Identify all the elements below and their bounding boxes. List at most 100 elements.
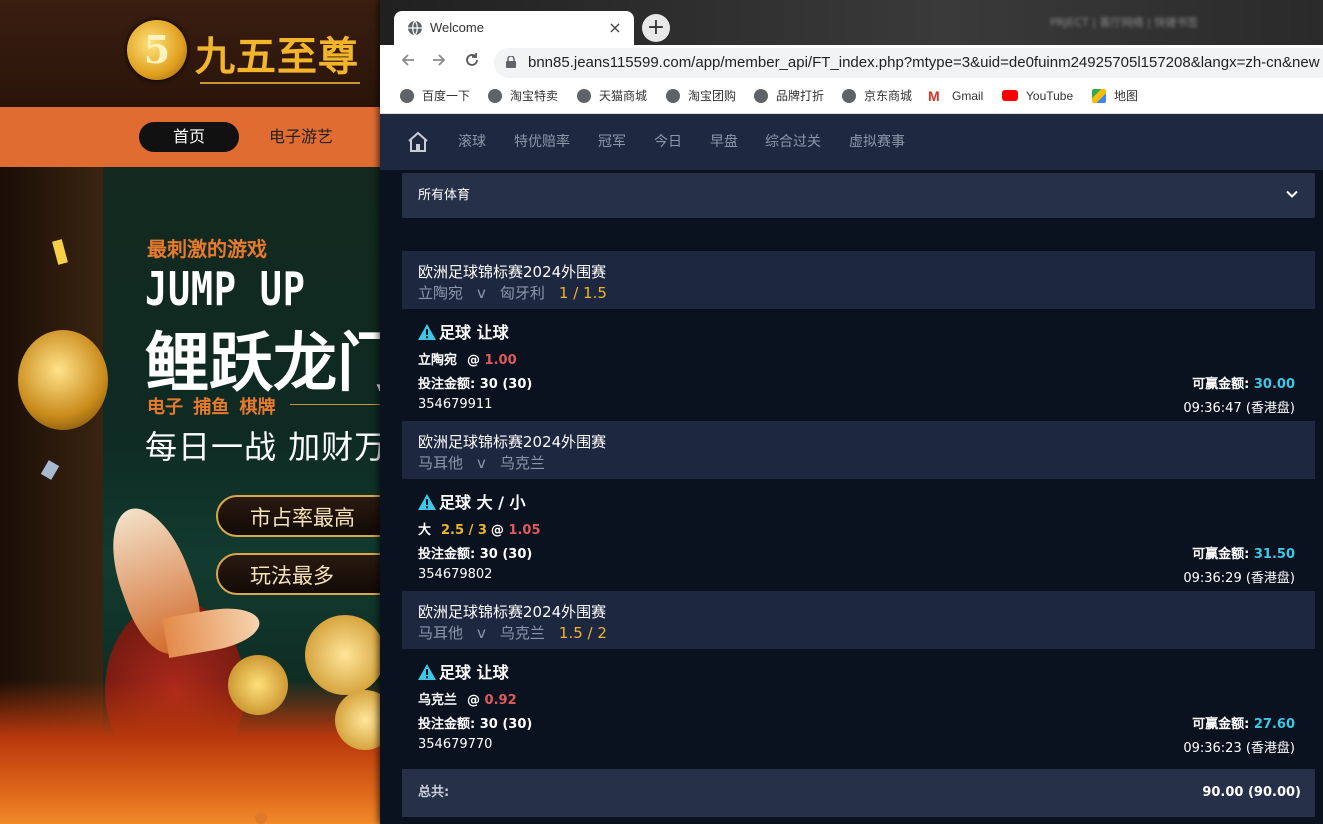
match-header: 欧洲足球锦标赛2024外围赛 立陶宛 v 匈牙利 1 / 1.5 — [402, 251, 1315, 309]
nav-tab-virtual[interactable]: 虚拟赛事 — [849, 114, 905, 170]
sport-filter-value: 所有体育 — [418, 188, 471, 203]
bookmark-item[interactable]: M Gmail — [928, 81, 983, 111]
nav-tab-today[interactable]: 今日 — [654, 114, 682, 170]
at-symbol: @ — [490, 523, 504, 538]
bet-time: 09:36:47 (香港盘) — [1183, 401, 1295, 416]
globe-icon — [842, 88, 856, 103]
background-website: 5 九五至尊 首页 电子游艺 最刺激的游戏 JUMP UP 鲤跃龙门 电子 捕鱼… — [0, 0, 380, 824]
bookmark-item[interactable]: 京东商城 — [842, 81, 912, 111]
at-symbol: @ — [467, 693, 481, 708]
bg-pill-button[interactable]: 玩法最多 — [216, 553, 380, 595]
potential-win: 可赢金额: 31.50 — [1192, 547, 1295, 562]
bookmark-label: 品牌打折 — [776, 89, 825, 103]
bookmark-item[interactable]: 百度一下 — [400, 81, 470, 111]
odds-value: 1.00 — [484, 353, 517, 368]
bet-history-page: 滚球 特优赔率 冠军 今日 早盘 综合过关 虚拟赛事 所有体育 欧洲足球锦标赛2… — [380, 114, 1323, 824]
win-label: 可赢金额 — [1192, 717, 1245, 732]
bet-selection: 大 2.5 / 3 @ 1.05 — [418, 519, 541, 538]
new-tab-button[interactable]: + — [642, 14, 670, 42]
bg-pill-button[interactable]: 市占率最高 — [216, 495, 380, 537]
nav-tab-outright[interactable]: 冠军 — [598, 114, 626, 170]
back-arrow-icon[interactable] — [396, 51, 420, 75]
bet-time: 09:36:23 (香港盘) — [1183, 741, 1295, 756]
globe-icon — [754, 88, 768, 103]
odds-value: 1.05 — [508, 523, 541, 538]
bookmark-item[interactable]: 淘宝特卖 — [488, 81, 558, 111]
nav-tab-live[interactable]: 滚球 — [458, 114, 486, 170]
bet-type: 足球 让球 — [418, 659, 509, 683]
ticket-id: 354679802 — [418, 567, 493, 582]
bookmark-item[interactable]: 天猫商城 — [577, 81, 647, 111]
bookmark-label: 淘宝团购 — [688, 89, 737, 103]
gmail-icon: M — [928, 87, 940, 104]
match-header: 欧洲足球锦标赛2024外围赛 马耳他 v 乌克兰 — [402, 421, 1315, 479]
handicap-line: 1 / 1.5 — [558, 284, 607, 302]
youtube-icon — [1002, 90, 1018, 102]
bg-divider — [290, 404, 380, 405]
bookmark-item[interactable]: 品牌打折 — [754, 81, 824, 111]
bookmark-item[interactable]: YouTube — [1002, 81, 1073, 111]
total-value: 90.00 (90.00) — [1202, 785, 1301, 800]
bookmark-item[interactable]: 地图 — [1092, 81, 1138, 111]
close-icon[interactable]: × — [604, 17, 626, 39]
away-team: 乌克兰 — [499, 624, 545, 642]
potential-win: 可赢金额: 27.60 — [1192, 717, 1295, 732]
stake-label: 投注金额 — [418, 547, 471, 562]
forward-arrow-icon[interactable] — [427, 51, 451, 75]
warning-icon — [418, 663, 436, 680]
bet-detail: 足球 大 / 小 大 2.5 / 3 @ 1.05 投注金额: 30 (30) 可赢… — [402, 479, 1315, 591]
bg-tagline: 最刺激的游戏 — [147, 237, 267, 261]
globe-icon — [666, 88, 680, 103]
chevron-down-icon — [1286, 190, 1298, 198]
nav-tab-parlay[interactable]: 综合过关 — [765, 114, 821, 170]
league-name: 欧洲足球锦标赛2024外围赛 — [418, 603, 607, 621]
odds-value: 0.92 — [484, 693, 517, 708]
away-team: 匈牙利 — [499, 284, 545, 302]
potential-win: 可赢金额: 30.00 — [1192, 377, 1295, 392]
match-teams: 马耳他 v 乌克兰 1.5 / 2 — [418, 622, 607, 643]
selection-name: 乌克兰 — [418, 693, 458, 708]
total-label: 总共: — [418, 785, 450, 800]
bet-time: 09:36:29 (香港盘) — [1183, 571, 1295, 586]
home-icon[interactable] — [406, 130, 430, 154]
bet-selection: 乌克兰 @ 0.92 — [418, 689, 517, 708]
bookmark-label: 百度一下 — [422, 89, 471, 103]
versus: v — [477, 454, 486, 472]
bg-fire-illustration — [0, 680, 380, 824]
bg-slogan: 每日一战 加财万 — [145, 428, 380, 466]
versus: v — [477, 624, 486, 642]
bookmark-label: 淘宝特卖 — [510, 89, 559, 103]
bg-logo-ornament — [200, 82, 360, 92]
stake-value: 30 (30) — [479, 717, 533, 732]
bet-type-label: 足球 大 / 小 — [439, 493, 526, 512]
ticket-id: 354679770 — [418, 737, 493, 752]
nav-tab-early[interactable]: 早盘 — [710, 114, 738, 170]
bg-logo-number: 5 — [143, 27, 171, 72]
sport-filter-dropdown[interactable]: 所有体育 — [402, 173, 1315, 218]
home-team: 立陶宛 — [418, 284, 464, 302]
reload-icon[interactable] — [460, 51, 484, 75]
selection-name: 大 — [418, 523, 432, 538]
match-header: 欧洲足球锦标赛2024外围赛 马耳他 v 乌克兰 1.5 / 2 — [402, 591, 1315, 649]
bg-headline-cn: 鲤跃龙门 — [145, 327, 380, 401]
stake: 投注金额: 30 (30) — [418, 377, 533, 392]
win-amount: 27.60 — [1253, 717, 1295, 732]
bookmark-label: YouTube — [1026, 89, 1074, 103]
win-label: 可赢金额 — [1192, 547, 1245, 562]
bookmark-item[interactable]: 淘宝团购 — [666, 81, 736, 111]
warning-icon — [418, 493, 436, 510]
sports-top-nav: 滚球 特优赔率 冠军 今日 早盘 综合过关 虚拟赛事 — [380, 114, 1323, 170]
ticket-id: 354679911 — [418, 397, 493, 412]
address-bar[interactable]: bnn85.jeans115599.com/app/member_api/FT_… — [494, 48, 1323, 78]
stake-value: 30 (30) — [479, 377, 533, 392]
bg-carousel-dot[interactable] — [255, 812, 267, 824]
bg-nav-games[interactable]: 电子游艺 — [269, 122, 333, 152]
away-team: 乌克兰 — [499, 454, 545, 472]
bet-type-label: 足球 让球 — [439, 323, 509, 342]
bg-nav-home[interactable]: 首页 — [139, 122, 239, 152]
browser-tab-active[interactable]: Welcome × — [394, 11, 634, 45]
bg-headline: JUMP UP — [145, 262, 306, 316]
stake: 投注金额: 30 (30) — [418, 547, 533, 562]
stake: 投注金额: 30 (30) — [418, 717, 533, 732]
nav-tab-special-odds[interactable]: 特优赔率 — [514, 114, 570, 170]
